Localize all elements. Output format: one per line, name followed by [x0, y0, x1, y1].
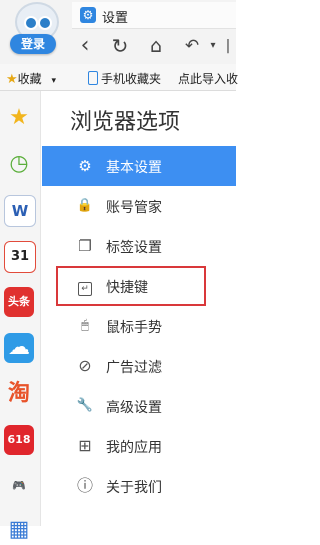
home-icon[interactable]: ⌂	[142, 30, 170, 62]
menu-item-label: 关于我们	[106, 480, 162, 496]
phone-icon	[88, 71, 98, 85]
menu-item-label: 基本设置	[106, 160, 162, 176]
favorites-menu[interactable]: ★收藏 ▾	[6, 70, 56, 87]
menu-item-label: 账号管家	[106, 200, 162, 216]
menu-item-label: 鼠标手势	[106, 320, 162, 336]
game-controller-icon[interactable]: 🎮	[4, 471, 34, 501]
menu-item-label: 我的应用	[106, 440, 162, 456]
menu-item-my-apps[interactable]: ⊞ 我的应用	[42, 426, 236, 466]
word-doc-icon[interactable]: W	[4, 195, 36, 227]
tabs-icon: ❐	[78, 237, 92, 255]
import-bookmarks-link[interactable]: 点此导入收	[178, 70, 238, 87]
clock-icon[interactable]: ◷	[4, 149, 34, 179]
shopping-618-icon[interactable]: 618	[4, 425, 34, 455]
taobao-icon[interactable]: 淘	[4, 379, 34, 409]
menu-item-label: 高级设置	[106, 400, 162, 416]
menu-item-tab-settings[interactable]: ❐ 标签设置	[42, 226, 236, 266]
star-icon: ★	[6, 72, 18, 87]
menu-item-shortcuts[interactable]: ↵ 快捷键	[56, 266, 206, 306]
back-icon[interactable]: ‹	[72, 30, 98, 62]
gear-icon: ⚙	[78, 157, 92, 175]
more-icon[interactable]: |	[222, 30, 234, 62]
chevron-down-icon: ▾	[51, 76, 57, 86]
refresh-icon[interactable]: ↻	[106, 30, 134, 62]
page-title: 浏览器选项	[70, 110, 181, 135]
video-film-icon[interactable]: ▦	[4, 515, 34, 545]
login-button[interactable]: 登录	[10, 34, 56, 54]
weather-icon[interactable]: ☁	[4, 333, 34, 363]
undo-icon[interactable]: ↶	[178, 30, 206, 62]
menu-item-about-us[interactable]: ⓘ 关于我们	[42, 466, 236, 506]
settings-tab-icon: ⚙	[80, 7, 96, 23]
wrench-icon: 🔧	[76, 398, 94, 413]
browser-top-bar: 登录 ⚙ 设置 ‹ ↻ ⌂ ↶ ▾ |	[0, 0, 236, 64]
toutiao-icon[interactable]: 头条	[4, 287, 34, 317]
undo-dropdown-icon[interactable]: ▾	[206, 30, 220, 62]
settings-menu: ⚙ 基本设置 🔒 账号管家 ❐ 标签设置 ↵ 快捷键 🖱 鼠标手势 ⊘ 广告过滤…	[42, 146, 236, 506]
user-avatar-area[interactable]: 登录	[6, 2, 64, 60]
favorites-label: 收藏	[17, 72, 42, 86]
keyboard-shortcut-icon: ↵	[76, 277, 94, 296]
menu-item-ad-filter[interactable]: ⊘ 广告过滤	[42, 346, 236, 386]
apps-icon: ⊞	[78, 436, 92, 455]
menu-item-basic-settings[interactable]: ⚙ 基本设置	[42, 146, 236, 186]
app-sidebar: ★ ◷ W 31 头条 ☁ 淘 618 🎮 ▦	[0, 91, 41, 542]
tab-title: 设置	[102, 11, 129, 26]
menu-item-mouse-gestures[interactable]: 🖱 鼠标手势	[42, 306, 236, 346]
menu-item-advanced-settings[interactable]: 🔧 高级设置	[42, 386, 236, 426]
menu-item-label: 快捷键	[106, 280, 148, 296]
favorites-star-icon[interactable]: ★	[4, 103, 34, 133]
calendar-icon[interactable]: 31	[4, 241, 36, 273]
menu-item-account-manager[interactable]: 🔒 账号管家	[42, 186, 236, 226]
info-icon: ⓘ	[76, 476, 93, 495]
navigation-toolbar: ‹ ↻ ⌂ ↶ ▾ |	[72, 30, 236, 62]
lock-icon: 🔒	[76, 198, 94, 213]
mouse-icon: 🖱	[81, 318, 89, 333]
menu-item-label: 标签设置	[106, 240, 162, 256]
mobile-favorites-label: 手机收藏夹	[101, 72, 162, 86]
tab-settings[interactable]: ⚙ 设置	[72, 2, 236, 29]
block-icon: ⊘	[78, 356, 92, 375]
menu-item-label: 广告过滤	[106, 360, 162, 376]
bookmarks-bar: ★收藏 ▾ 手机收藏夹 点此导入收	[0, 64, 238, 91]
mobile-favorites-link[interactable]: 手机收藏夹	[88, 70, 161, 87]
